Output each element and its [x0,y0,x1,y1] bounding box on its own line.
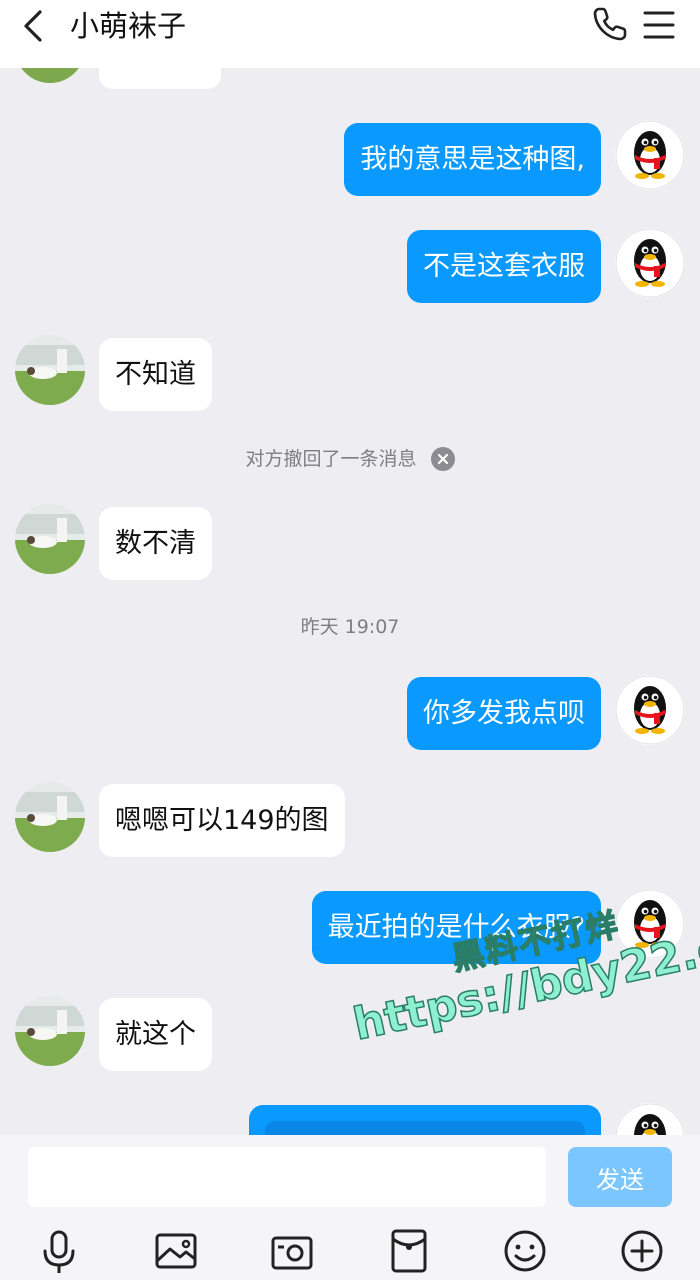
photo-avatar [15,996,85,1066]
my-avatar[interactable] [615,120,685,190]
contact-avatar[interactable] [15,335,85,405]
message-bubble[interactable] [249,1105,601,1135]
message-bubble[interactable]: 不是这套衣服 [407,230,601,303]
photo-avatar [15,504,85,574]
photo-avatar [15,782,85,852]
message-bubble[interactable]: 不知道 [99,338,212,411]
contact-avatar[interactable] [15,504,85,574]
contact-avatar[interactable] [15,68,85,83]
message-input[interactable] [28,1147,546,1207]
chat-header: 小萌袜子 [0,0,700,68]
penguin-avatar-icon [615,675,685,745]
message-bubble[interactable]: 就这个 [99,998,212,1071]
plus-icon[interactable] [618,1227,666,1275]
chat-message-list[interactable]: 我的意思是这种图, 不是这套衣服 不知道 对方撤回了一条消息 数不清 昨天 19… [0,68,700,1135]
penguin-avatar-icon [615,120,685,190]
camera-icon[interactable] [268,1227,316,1275]
message-bubble[interactable] [99,68,221,89]
message-bubble[interactable]: 你多发我点呗 [407,677,601,750]
my-avatar[interactable] [615,1103,685,1135]
penguin-avatar-icon [615,1103,685,1135]
close-icon[interactable] [430,447,455,471]
my-avatar[interactable] [615,889,685,959]
contact-avatar[interactable] [15,782,85,852]
chat-title: 小萌袜子 [70,9,187,43]
recall-notice: 对方撤回了一条消息 [0,446,700,472]
image-preview[interactable] [265,1121,585,1135]
emoji-icon[interactable] [501,1227,549,1275]
recall-notice-text: 对方撤回了一条消息 [245,448,417,470]
timestamp: 昨天 19:07 [300,616,400,638]
input-area: 发送 [0,1135,700,1280]
menu-icon[interactable] [640,8,678,42]
my-avatar[interactable] [615,675,685,745]
phone-icon[interactable] [590,4,630,44]
send-button[interactable]: 发送 [568,1147,672,1207]
message-bubble[interactable]: 嗯嗯可以149的图 [99,784,345,857]
message-bubble[interactable]: 最近拍的是什么衣服? [311,891,601,964]
photo-avatar [15,335,85,405]
message-bubble[interactable]: 数不清 [99,507,212,580]
penguin-avatar-icon [615,228,685,298]
contact-avatar[interactable] [15,996,85,1066]
message-bubble[interactable]: 我的意思是这种图, [344,123,601,196]
my-avatar[interactable] [615,228,685,298]
red-packet-icon[interactable] [385,1227,433,1275]
image-icon[interactable] [152,1227,200,1275]
penguin-avatar-icon [615,889,685,959]
back-icon[interactable] [16,8,52,44]
microphone-icon[interactable] [35,1227,83,1275]
